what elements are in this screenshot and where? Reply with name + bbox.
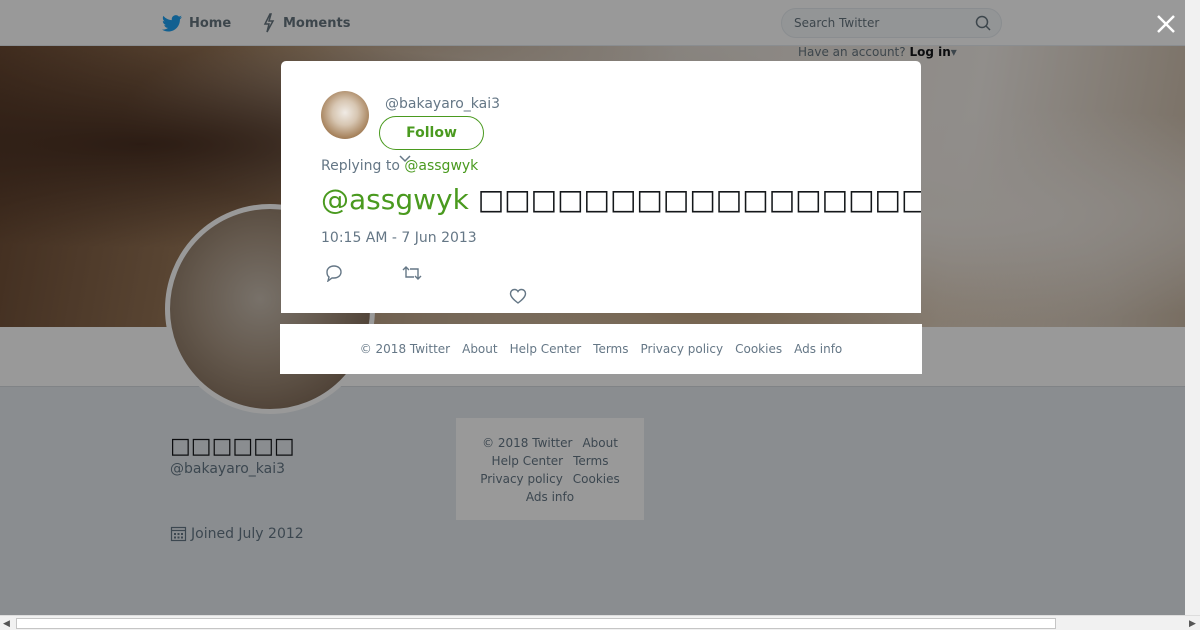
tweet-timestamp[interactable]: 10:15 AM - 7 Jun 2013 <box>321 230 477 246</box>
tweet-body: □□□□□□□□□□□□□□□□□□□□□□□□□□□□□□□□□□□□□□□□… <box>477 183 921 216</box>
footer-copyright: © 2018 Twitter <box>359 342 451 356</box>
replying-to-mention[interactable]: @assgwyk <box>404 158 478 174</box>
replying-to: Replying to @assgwyk <box>321 158 478 174</box>
footer-about[interactable]: About <box>462 342 497 356</box>
replying-prefix: Replying to <box>321 158 400 174</box>
footer-help[interactable]: Help Center <box>510 342 582 356</box>
tweet-modal: @bakayaro_kai3 Follow Replying to @assgw… <box>281 61 921 313</box>
close-icon[interactable] <box>1152 10 1180 38</box>
footer-ads[interactable]: Ads info <box>794 342 842 356</box>
reply-icon[interactable] <box>325 264 343 282</box>
scroll-left-icon[interactable]: ◀ <box>3 619 10 629</box>
horizontal-scrollbar[interactable]: ◀ ▶ <box>0 615 1200 630</box>
follow-button[interactable]: Follow <box>379 116 484 150</box>
vertical-scrollbar[interactable] <box>1185 0 1200 615</box>
tweet-mention[interactable]: @assgwyk <box>321 183 469 216</box>
heart-icon[interactable] <box>509 288 527 305</box>
footer-privacy[interactable]: Privacy policy <box>641 342 724 356</box>
modal-footer: © 2018 Twitter About Help Center Terms P… <box>280 324 922 374</box>
tweet-author-handle[interactable]: @bakayaro_kai3 <box>385 96 500 112</box>
scroll-right-icon[interactable]: ▶ <box>1189 619 1196 629</box>
tweet-text: @assgwyk □□□□□□□□□□□□□□□□□□□□□□□□□□□□□□□… <box>321 183 921 216</box>
retweet-icon[interactable] <box>402 264 422 282</box>
footer-cookies[interactable]: Cookies <box>735 342 782 356</box>
footer-terms[interactable]: Terms <box>593 342 628 356</box>
tweet-author-avatar[interactable] <box>321 91 369 139</box>
scrollbar-thumb[interactable] <box>16 618 1056 629</box>
